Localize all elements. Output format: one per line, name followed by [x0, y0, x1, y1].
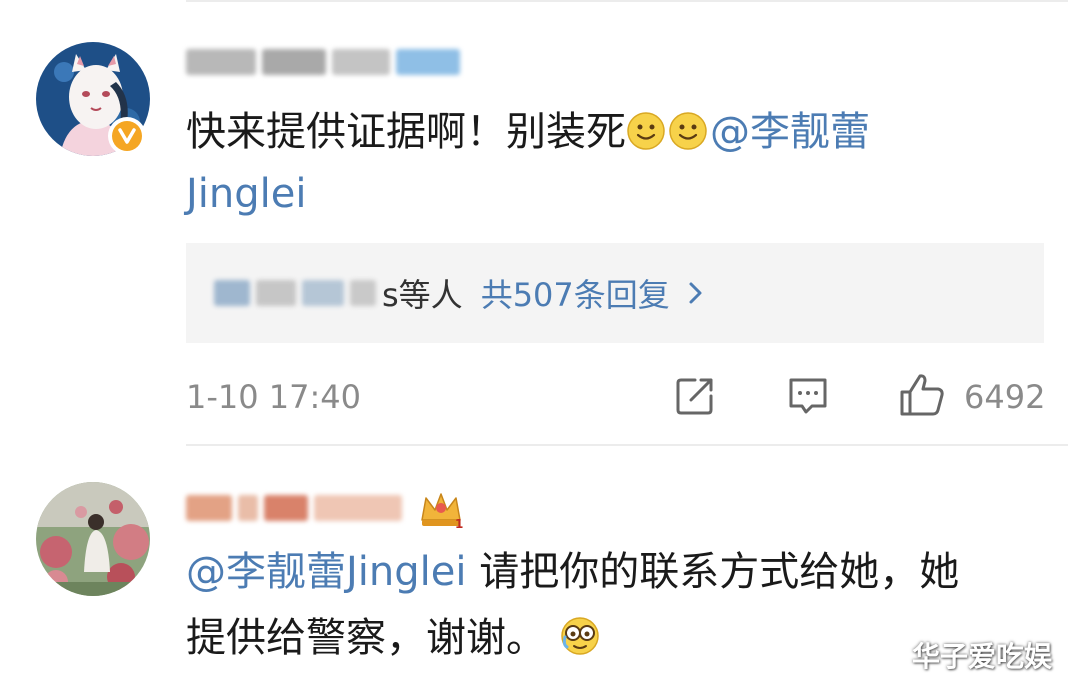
reply-preview[interactable]: s等人 共507条回复	[186, 243, 1044, 343]
like-thumbs-up-icon[interactable]	[898, 370, 946, 418]
timestamp: 1-10 17:40	[186, 378, 362, 416]
comment-divider	[186, 444, 1068, 446]
comment-body: 快来提供证据啊！别装死	[186, 109, 626, 155]
username-blurred[interactable]	[186, 488, 408, 528]
smile-emoji-icon	[668, 110, 708, 150]
comment-text-line2: 提供给警察，谢谢。	[186, 610, 603, 666]
crown-badge-icon: 1	[418, 490, 464, 531]
crying-laughing-emoji-icon	[559, 615, 601, 657]
reply-names-suffix: s等人	[382, 276, 463, 314]
comment-body-line1: 请把你的联系方式给她，她	[466, 549, 960, 595]
comment-text: 快来提供证据啊！别装死 @李靓蕾	[186, 104, 870, 160]
mention-link[interactable]: @李靓蕾	[710, 109, 870, 155]
comment-actions: 1-10 17:40 6492	[186, 368, 1046, 426]
svg-text:1: 1	[455, 517, 463, 530]
reply-count-link[interactable]: 共507条回复	[481, 270, 670, 316]
comment-icon[interactable]	[786, 374, 830, 418]
avatar[interactable]	[36, 482, 150, 596]
reply-usernames: s等人	[214, 270, 463, 316]
avatar-image	[36, 482, 150, 596]
watermark: 华子爱吃娱	[911, 640, 1052, 673]
mention-link[interactable]: @李靓蕾Jinglei	[186, 549, 467, 595]
username-blurred[interactable]	[186, 42, 466, 82]
verified-badge-icon	[108, 117, 146, 155]
comment-body-line2: 提供给警察，谢谢。	[186, 615, 546, 661]
chevron-right-icon[interactable]	[686, 278, 706, 308]
top-divider	[186, 0, 1068, 2]
smile-emoji-icon	[626, 110, 666, 150]
mention-link-continued[interactable]: Jinglei	[186, 166, 307, 222]
like-count: 6492	[964, 378, 1046, 416]
repost-icon[interactable]	[673, 374, 717, 418]
comment-text: @李靓蕾Jinglei 请把你的联系方式给她，她	[186, 544, 959, 600]
